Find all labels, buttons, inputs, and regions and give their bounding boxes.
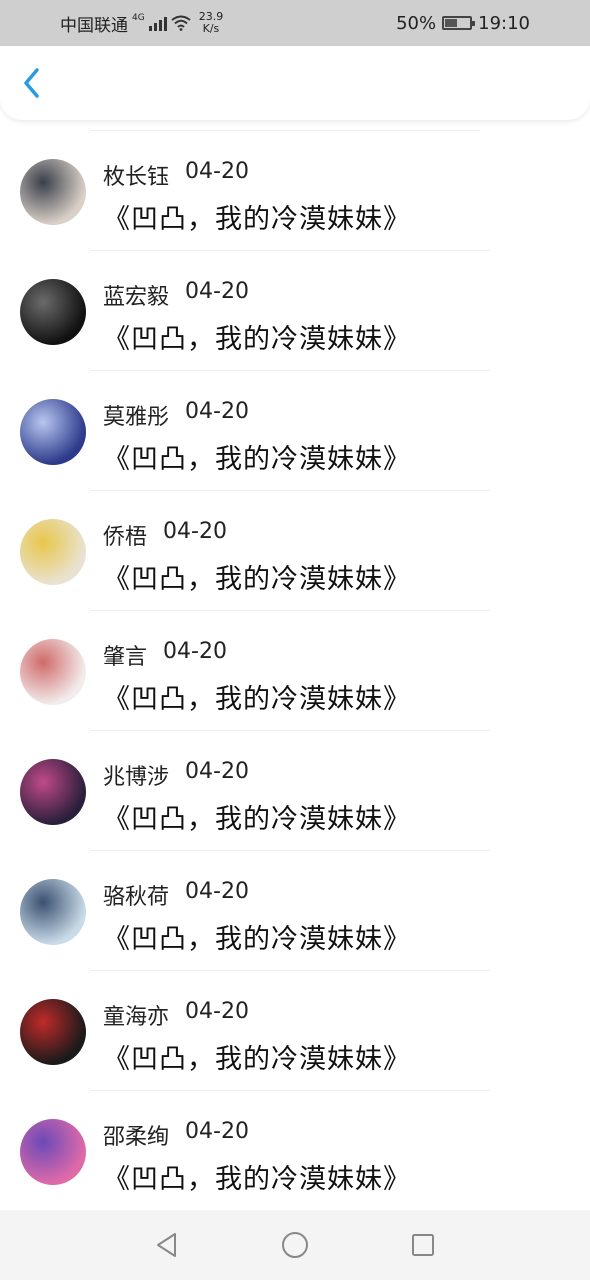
item-date: 04-20 <box>185 759 249 784</box>
item-meta: 邵柔绚 04-20 <box>103 1119 249 1151</box>
triangle-back-icon <box>157 1233 176 1257</box>
list-item[interactable]: 蓝宏毅 04-20 《凹凸，我的冷漠妹妹》 <box>0 251 590 371</box>
battery-fill <box>445 19 458 27</box>
item-meta: 童海亦 04-20 <box>103 999 249 1031</box>
list-item[interactable]: 骆秋荷 04-20 《凹凸，我的冷漠妹妹》 <box>0 851 590 971</box>
avatar[interactable] <box>20 999 86 1065</box>
chevron-left-icon <box>24 68 39 98</box>
user-name[interactable]: 童海亦 <box>103 999 169 1031</box>
book-title[interactable]: 《凹凸，我的冷漠妹妹》 <box>103 317 411 356</box>
wifi-icon <box>171 15 191 31</box>
signal-icon <box>148 15 167 31</box>
user-name[interactable]: 邵柔绚 <box>103 1119 169 1151</box>
avatar[interactable] <box>20 1119 86 1185</box>
book-title[interactable]: 《凹凸，我的冷漠妹妹》 <box>103 917 411 956</box>
avatar[interactable] <box>20 519 86 585</box>
avatar[interactable] <box>20 639 86 705</box>
top-app-bar <box>0 46 590 120</box>
system-nav-bar <box>0 1210 590 1280</box>
book-title[interactable]: 《凹凸，我的冷漠妹妹》 <box>103 557 411 596</box>
item-meta: 蓝宏毅 04-20 <box>103 279 249 311</box>
avatar[interactable] <box>20 399 86 465</box>
nav-back-button[interactable] <box>149 1227 185 1263</box>
battery-icon <box>442 16 476 30</box>
user-name[interactable]: 肇言 <box>103 639 147 671</box>
item-date: 04-20 <box>185 399 249 424</box>
book-title[interactable]: 《凹凸，我的冷漠妹妹》 <box>103 197 411 236</box>
item-meta: 莫雅彤 04-20 <box>103 399 249 431</box>
book-title[interactable]: 《凹凸，我的冷漠妹妹》 <box>103 437 411 476</box>
avatar[interactable] <box>20 759 86 825</box>
network-type: 4G <box>132 13 145 23</box>
status-left: 中国联通 4G 23.9 K/s <box>60 11 223 36</box>
list-item[interactable]: 莫雅彤 04-20 《凹凸，我的冷漠妹妹》 <box>0 371 590 491</box>
user-name[interactable]: 骆秋荷 <box>103 879 169 911</box>
circle-home-icon <box>282 1232 308 1258</box>
list-item[interactable]: 邵柔绚 04-20 《凹凸，我的冷漠妹妹》 <box>0 1091 590 1211</box>
list-item[interactable]: 枚长钰 04-20 《凹凸，我的冷漠妹妹》 <box>0 131 590 251</box>
item-date: 04-20 <box>185 879 249 904</box>
speed-unit: K/s <box>202 22 220 35</box>
item-date: 04-20 <box>185 1119 249 1144</box>
book-title[interactable]: 《凹凸，我的冷漠妹妹》 <box>103 1037 411 1076</box>
book-title[interactable]: 《凹凸，我的冷漠妹妹》 <box>103 1157 411 1196</box>
book-title[interactable]: 《凹凸，我的冷漠妹妹》 <box>103 677 411 716</box>
avatar[interactable] <box>20 279 86 345</box>
item-date: 04-20 <box>185 159 249 184</box>
list-item[interactable]: 侨梧 04-20 《凹凸，我的冷漠妹妹》 <box>0 491 590 611</box>
list-item[interactable]: 肇言 04-20 《凹凸，我的冷漠妹妹》 <box>0 611 590 731</box>
nav-home-button[interactable] <box>277 1227 313 1263</box>
item-date: 04-20 <box>185 999 249 1024</box>
avatar[interactable] <box>20 879 86 945</box>
item-meta: 兆博涉 04-20 <box>103 759 249 791</box>
user-name[interactable]: 蓝宏毅 <box>103 279 169 311</box>
square-recents-icon <box>412 1234 434 1256</box>
item-date: 04-20 <box>185 279 249 304</box>
user-name[interactable]: 侨梧 <box>103 519 147 551</box>
back-button[interactable] <box>2 46 62 120</box>
clock: 19:10 <box>478 12 530 34</box>
item-date: 04-20 <box>163 639 227 664</box>
list-item[interactable]: 童海亦 04-20 《凹凸，我的冷漠妹妹》 <box>0 971 590 1091</box>
status-right: 50% 19:10 <box>396 13 530 34</box>
battery-percent: 50% <box>396 12 437 34</box>
avatar[interactable] <box>20 159 86 225</box>
item-meta: 枚长钰 04-20 <box>103 159 249 191</box>
nav-recents-button[interactable] <box>405 1227 441 1263</box>
item-date: 04-20 <box>163 519 227 544</box>
reader-list: 枚长钰 04-20 《凹凸，我的冷漠妹妹》 蓝宏毅 04-20 《凹凸，我的冷漠妹妹》 莫雅… <box>0 130 590 1211</box>
book-title[interactable]: 《凹凸，我的冷漠妹妹》 <box>103 797 411 836</box>
user-name[interactable]: 兆博涉 <box>103 759 169 791</box>
network-speed: 23.9 K/s <box>199 11 224 35</box>
user-name[interactable]: 枚长钰 <box>103 159 169 191</box>
item-meta: 肇言 04-20 <box>103 639 227 671</box>
list-item[interactable]: 兆博涉 04-20 《凹凸，我的冷漠妹妹》 <box>0 731 590 851</box>
status-bar: 中国联通 4G 23.9 K/s 50% 19:10 <box>0 0 590 46</box>
user-name[interactable]: 莫雅彤 <box>103 399 169 431</box>
carrier-name: 中国联通 <box>60 15 128 36</box>
item-meta: 骆秋荷 04-20 <box>103 879 249 911</box>
item-meta: 侨梧 04-20 <box>103 519 227 551</box>
